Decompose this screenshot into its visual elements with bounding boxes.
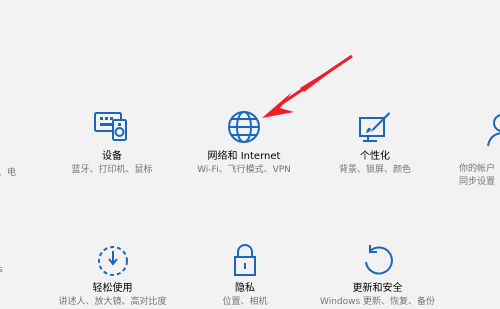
annotation-arrow bbox=[262, 54, 353, 118]
